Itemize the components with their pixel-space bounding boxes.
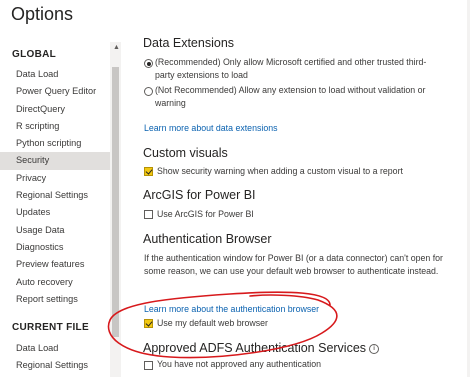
data-extensions-heading: Data Extensions (143, 36, 235, 50)
info-icon[interactable]: i (369, 343, 380, 354)
arcgis-heading: ArcGIS for Power BI (143, 188, 256, 202)
default-browser-checkbox-label: Use my default web browser (157, 318, 268, 328)
content-scroll-track[interactable] (467, 0, 470, 377)
sidebar-item-r-scripting[interactable]: R scripting (0, 118, 110, 135)
sidebar-scroll-thumb[interactable] (112, 67, 119, 337)
sidebar-item-updates[interactable]: Updates (0, 204, 110, 221)
sidebar-item-power-query-editor[interactable]: Power Query Editor (0, 83, 110, 100)
sidebar-item-diagnostics[interactable]: Diagnostics (0, 239, 110, 256)
default-browser-checkbox[interactable] (144, 319, 153, 328)
sidebar-item-preview-features[interactable]: Preview features (0, 256, 110, 273)
adfs-status-text: You have not approved any authentication (157, 359, 322, 369)
adfs-status-icon (144, 361, 153, 370)
sidebar-item-python-scripting[interactable]: Python scripting (0, 135, 110, 152)
current-file-heading: CURRENT FILE (12, 322, 89, 333)
adfs-heading: Approved ADFS Authentication Services i (143, 341, 380, 355)
custom-visuals-checkbox[interactable] (144, 167, 153, 176)
adfs-heading-text: Approved ADFS Authentication Services (143, 341, 367, 355)
window-title: Options (11, 4, 74, 24)
sidebar-item-regional-settings[interactable]: Regional Settings (0, 187, 110, 204)
sidebar-item-security[interactable]: Security (0, 152, 110, 170)
sidebar-item-data-load[interactable]: Data Load (0, 66, 110, 83)
arcgis-checkbox[interactable] (144, 210, 153, 219)
auth-browser-heading: Authentication Browser (143, 232, 272, 246)
sidebar-item-directquery[interactable]: DirectQuery (0, 101, 110, 118)
learn-more-auth-browser-link[interactable]: Learn more about the authentication brow… (144, 304, 319, 314)
sidebar-item-regional-settings[interactable]: Regional Settings (0, 357, 110, 374)
global-heading: GLOBAL (12, 49, 57, 60)
current-file-nav: Data Load Regional Settings (0, 340, 110, 375)
sidebar-item-report-settings[interactable]: Report settings (0, 291, 110, 308)
sidebar-item-auto-recovery[interactable]: Auto recovery (0, 274, 110, 291)
radio-not-recommended[interactable] (144, 87, 153, 96)
learn-more-data-extensions-link[interactable]: Learn more about data extensions (144, 123, 278, 133)
auth-browser-description: If the authentication window for Power B… (144, 253, 443, 276)
sidebar-item-privacy[interactable]: Privacy (0, 170, 110, 187)
sidebar-item-usage-data[interactable]: Usage Data (0, 222, 110, 239)
custom-visuals-heading: Custom visuals (143, 146, 228, 160)
content-scrollbar[interactable] (463, 0, 474, 377)
radio-recommended[interactable] (144, 59, 153, 68)
arcgis-checkbox-label: Use ArcGIS for Power BI (157, 209, 254, 219)
radio-recommended-label: (Recommended) Only allow Microsoft certi… (155, 57, 427, 80)
radio-not-recommended-label: (Not Recommended) Allow any extension to… (155, 85, 426, 108)
custom-visuals-checkbox-label: Show security warning when adding a cust… (157, 166, 403, 176)
sidebar-scrollbar[interactable]: ▲ (110, 42, 121, 377)
scroll-up-icon[interactable]: ▲ (113, 44, 120, 52)
global-nav: Data Load Power Query Editor DirectQuery R … (0, 66, 110, 308)
sidebar-item-data-load[interactable]: Data Load (0, 340, 110, 357)
